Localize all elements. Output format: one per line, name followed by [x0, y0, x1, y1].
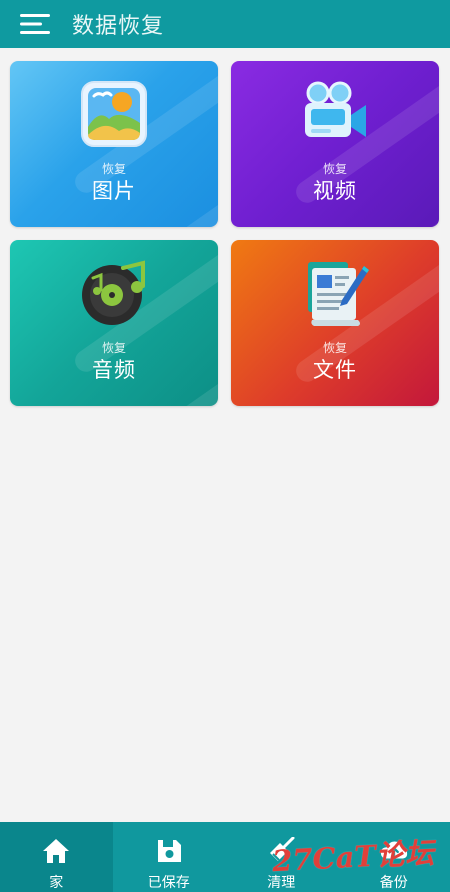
nav-home[interactable]: 家 [0, 822, 113, 892]
menu-button[interactable] [0, 0, 70, 48]
music-disc-icon [82, 260, 145, 325]
video-camera-icon [305, 81, 366, 137]
nav-clean-label: 清理 [267, 875, 296, 891]
nav-backup-label: 备份 [379, 875, 408, 891]
page-title: 数据恢复 [72, 14, 165, 39]
nav-clean[interactable]: 清理 [225, 822, 338, 892]
recovery-grid: 恢复 图片 恢复 视频 恢复 音频 恢复 文件 [10, 61, 440, 406]
bottom-navigation: 家 已保存 清理 备份 [0, 822, 450, 892]
save-disk-icon [157, 840, 181, 862]
nav-saved[interactable]: 已保存 [113, 822, 226, 892]
card-title: 图片 [92, 179, 136, 203]
nav-backup[interactable]: 备份 [338, 822, 450, 892]
card-title: 文件 [313, 358, 357, 382]
recover-docs-card[interactable]: 恢复 文件 [231, 240, 439, 406]
app-bar: 数据恢复 [0, 0, 450, 48]
card-title: 视频 [313, 179, 357, 203]
recover-audio-card[interactable]: 恢复 音频 [10, 240, 218, 406]
recover-video-card[interactable]: 恢复 视频 [231, 61, 439, 227]
home-icon [43, 839, 70, 863]
card-title: 音频 [92, 358, 136, 382]
nav-saved-label: 已保存 [147, 875, 190, 891]
document-edit-icon [308, 262, 369, 326]
broom-clean-icon [270, 837, 295, 861]
cloud-backup-icon [380, 841, 407, 859]
hamburger-menu-icon [20, 14, 50, 34]
photo-gallery-icon [81, 81, 147, 147]
nav-home-label: 家 [49, 875, 64, 891]
recover-photos-card[interactable]: 恢复 图片 [10, 61, 218, 227]
